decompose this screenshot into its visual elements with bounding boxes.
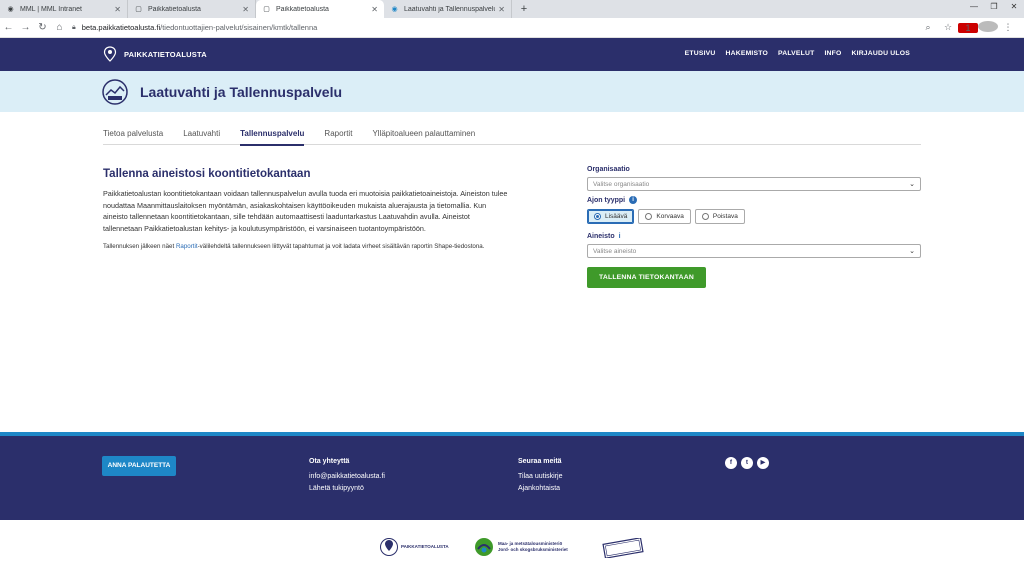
contact-heading: Ota yhteyttä xyxy=(309,458,350,465)
section-heading: Tallenna aineistosi koontitietokantaan xyxy=(103,168,311,180)
page-icon: ▢ xyxy=(135,6,142,13)
quality-service-icon xyxy=(102,79,128,105)
partner-logos: PAIKKATIETOALUSTA Maa- ja metsätalousmin… xyxy=(0,520,1024,576)
brand-name: PAIKKATIETOALUSTA xyxy=(124,49,207,59)
location-pin-icon xyxy=(380,538,398,556)
news-link[interactable]: Ajankohtaista xyxy=(518,483,562,495)
star-icon[interactable]: ☆ xyxy=(938,22,958,33)
info-icon[interactable]: i xyxy=(619,233,621,240)
info-icon[interactable]: i xyxy=(629,196,638,204)
feedback-button[interactable]: ANNA PALAUTETTA xyxy=(102,456,176,476)
tab-title: Paikkatietoalusta xyxy=(276,5,329,13)
browser-tab[interactable]: ▢ Paikkatietoalusta ✕ xyxy=(128,0,256,18)
browser-tab-active[interactable]: ▢ Paikkatietoalusta ✕ xyxy=(256,0,384,18)
paikkatietoalusta-logo[interactable]: PAIKKATIETOALUSTA xyxy=(380,536,449,558)
tab-title: MML | MML Intranet xyxy=(20,5,82,13)
follow-heading: Seuraa meitä xyxy=(518,458,562,465)
tab-laatuvahti[interactable]: Laatuvahti xyxy=(183,112,220,145)
nav-info[interactable]: INFO xyxy=(824,50,841,57)
reports-note: Tallennuksen jälkeen näet Raportit-välil… xyxy=(103,242,485,250)
close-icon[interactable]: ✕ xyxy=(371,5,378,14)
radio-lisaava[interactable]: Lisäävä xyxy=(587,209,635,224)
ministry-logo[interactable]: Maa- ja metsätalousministeriö Jord- och s… xyxy=(474,537,568,557)
nav-etusivu[interactable]: ETUSIVU xyxy=(685,50,716,57)
globe-icon: ◉ xyxy=(391,6,398,13)
run-type-label: Ajon tyyppi i xyxy=(587,196,921,204)
organization-label: Organisaatio xyxy=(587,166,630,173)
location-pin-icon xyxy=(103,46,117,62)
nav-logout[interactable]: KIRJAUDU ULOS xyxy=(852,50,911,57)
site-header: PAIKKATIETOALUSTA ETUSIVU HAKEMISTO PALV… xyxy=(0,38,1024,71)
browser-tab[interactable]: ◉ MML | MML Intranet ✕ xyxy=(0,0,128,18)
url-path: /tiedontuottajien-palvelut/sisainen/kmtk… xyxy=(160,23,318,32)
globe-icon: ◉ xyxy=(7,6,14,13)
intro-text: Paikkatietoalustan koontitietokantaan vo… xyxy=(103,189,508,234)
reload-icon[interactable]: ↻ xyxy=(34,22,51,33)
chevron-down-icon: ⌄ xyxy=(909,248,915,255)
radio-korvaava[interactable]: Korvaava xyxy=(638,209,691,224)
home-icon[interactable]: ⌂ xyxy=(51,22,68,33)
minimize-icon[interactable]: — xyxy=(964,0,984,14)
follow-column: Seuraa meitä Tilaa uutiskirje Ajankohtai… xyxy=(518,458,562,494)
tab-tietoa-palvelusta[interactable]: Tietoa palvelusta xyxy=(103,112,163,145)
youtube-icon[interactable]: ▶ xyxy=(757,457,769,469)
twitter-icon[interactable]: t xyxy=(741,457,753,469)
radio-poistava[interactable]: Poistava xyxy=(694,209,745,224)
new-tab-button[interactable]: + xyxy=(516,0,532,18)
url-bar[interactable]: 🔒︎ beta.paikkatietoalusta.fi/tiedontuott… xyxy=(72,21,918,35)
reports-link[interactable]: Raportit xyxy=(176,243,198,250)
dataset-select[interactable]: Valitse aineisto ⌄ xyxy=(587,244,921,258)
close-icon[interactable]: ✕ xyxy=(498,5,505,14)
service-banner: Laatuvahti ja Tallennuspalvelu xyxy=(0,71,1024,112)
organization-select[interactable]: Valitse organisaatio ⌄ xyxy=(587,177,921,191)
nav-palvelut[interactable]: PALVELUT xyxy=(778,50,814,57)
page-title: Laatuvahti ja Tallennuspalvelu xyxy=(140,84,343,100)
facebook-icon[interactable]: f xyxy=(725,457,737,469)
newsletter-link[interactable]: Tilaa uutiskirje xyxy=(518,471,562,483)
tab-title: Paikkatietoalusta xyxy=(148,5,201,13)
helsinki-logo[interactable] xyxy=(602,538,644,558)
menu-icon[interactable]: ⋮ xyxy=(998,22,1018,33)
contact-column: Ota yhteyttä info@paikkatietoalusta.fi L… xyxy=(309,458,385,494)
close-icon[interactable]: ✕ xyxy=(242,5,249,14)
nav-hakemisto[interactable]: HAKEMISTO xyxy=(726,50,768,57)
run-type-radios: Lisäävä Korvaava Poistava xyxy=(587,209,921,224)
site-footer: ANNA PALAUTETTA Ota yhteyttä info@paikka… xyxy=(0,432,1024,520)
tab-title: Laatuvahti ja Tallennuspalvelu | P xyxy=(404,5,496,13)
extension-icon[interactable]: 1 xyxy=(958,22,978,33)
tab-tallennuspalvelu[interactable]: Tallennuspalvelu xyxy=(240,112,305,146)
site-logo[interactable]: PAIKKATIETOALUSTA xyxy=(103,46,207,62)
ministry-emblem-icon xyxy=(475,538,493,556)
forward-icon[interactable]: → xyxy=(17,22,34,33)
main-nav: ETUSIVU HAKEMISTO PALVELUT INFO KIRJAUDU… xyxy=(685,50,910,57)
page-icon: ▢ xyxy=(263,6,270,13)
helsinki-stamp-icon xyxy=(602,538,644,558)
contact-email-link[interactable]: info@paikkatietoalusta.fi xyxy=(309,471,385,483)
browser-tab[interactable]: ◉ Laatuvahti ja Tallennuspalvelu | P ✕ xyxy=(384,0,512,18)
tab-yllapitoalueen-palauttaminen[interactable]: Ylläpitoalueen palauttaminen xyxy=(372,112,475,145)
window-controls: — ❐ ✕ xyxy=(964,0,1024,14)
back-icon[interactable]: ← xyxy=(0,22,17,33)
save-form: Organisaatio Valitse organisaatio ⌄ Ajon… xyxy=(587,166,921,288)
intro-section: Tallenna aineistosi koontitietokantaan P… xyxy=(103,168,508,252)
save-to-database-button[interactable]: TALLENNA TIETOKANTAAN xyxy=(587,267,706,288)
close-icon[interactable]: ✕ xyxy=(114,5,121,14)
chevron-down-icon: ⌄ xyxy=(909,181,915,188)
close-window-icon[interactable]: ✕ xyxy=(1004,0,1024,14)
social-links: f t ▶ xyxy=(725,457,769,469)
avatar[interactable] xyxy=(978,21,998,34)
url-host: beta.paikkatietoalusta.fi xyxy=(81,23,161,32)
browser-tabbar: ◉ MML | MML Intranet ✕ ▢ Paikkatietoalus… xyxy=(0,0,1024,18)
search-icon[interactable]: ⌕ xyxy=(918,22,938,33)
lock-icon[interactable]: 🔒︎ xyxy=(72,24,76,32)
browser-toolbar: ← → ↻ ⌂ 🔒︎ beta.paikkatietoalusta.fi/tie… xyxy=(0,18,1024,38)
tab-raportit[interactable]: Raportit xyxy=(324,112,352,145)
restore-icon[interactable]: ❐ xyxy=(984,0,1004,14)
support-request-link[interactable]: Lähetä tukipyyntö xyxy=(309,483,385,495)
service-tabs: Tietoa palvelusta Laatuvahti Tallennuspa… xyxy=(103,112,921,146)
dataset-label: Aineisto i xyxy=(587,233,621,240)
